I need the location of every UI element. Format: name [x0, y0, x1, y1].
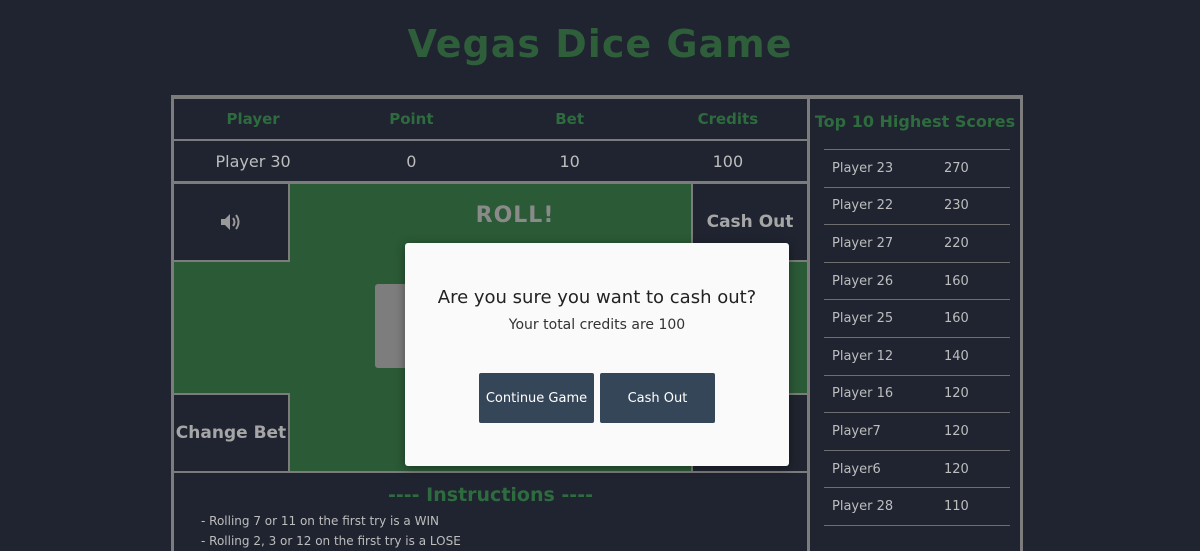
stats-value-bet: 10 — [559, 151, 580, 171]
stats-value-credits: 100 — [712, 151, 744, 171]
score-player: Player 27 — [832, 235, 894, 251]
speaker-icon — [221, 214, 240, 230]
score-row: Player 27 220 — [824, 225, 1010, 263]
stats-value-player: Player 30 — [215, 151, 291, 171]
instruction-line: - Rolling 7 or 11 on the first try is a … — [201, 514, 439, 528]
score-row: Player7 120 — [824, 413, 1010, 451]
page-title: Vegas Dice Game — [407, 22, 793, 66]
score-player: Player 25 — [832, 311, 894, 327]
score-value: 230 — [944, 198, 969, 214]
score-row: Player 22 230 — [824, 188, 1010, 226]
high-scores-list: Player 23 270 Player 22 230 Player 27 220 P… — [824, 149, 1010, 526]
score-row: Player 12 140 — [824, 338, 1010, 376]
stats-value-point: 0 — [406, 151, 417, 171]
dialog-question: Are you sure you want to cash out? — [437, 287, 757, 308]
score-row: Player 16 120 — [824, 376, 1010, 414]
instructions-panel: ---- Instructions ---- - Rolling 7 or 11… — [172, 472, 809, 551]
score-player: Player 28 — [832, 499, 894, 515]
score-row: Player6 120 — [824, 451, 1010, 489]
score-value: 120 — [944, 423, 969, 439]
score-row: Player 23 270 — [824, 150, 1010, 188]
dialog-credits-text: Your total credits are 100 — [508, 317, 686, 333]
score-value: 160 — [944, 311, 969, 327]
score-player: Player7 — [832, 423, 881, 439]
stats-value-row: Player 30 0 10 100 — [174, 141, 807, 181]
score-player: Player6 — [832, 461, 881, 477]
stats-header-row: Player Point Bet Credits — [174, 99, 807, 141]
roll-button[interactable]: ROLL! — [420, 203, 610, 228]
confirm-cash-out-button[interactable]: Cash Out — [600, 373, 715, 423]
score-value: 120 — [944, 386, 969, 402]
score-player: Player 16 — [832, 386, 894, 402]
sound-toggle-button[interactable] — [172, 182, 290, 262]
score-row: Player 25 160 — [824, 300, 1010, 338]
cash-out-confirm-dialog: Are you sure you want to cash out? Your … — [405, 243, 789, 466]
continue-game-button[interactable]: Continue Game — [479, 373, 594, 423]
instruction-line: - Rolling 2, 3 or 12 on the first try is… — [201, 534, 461, 548]
stats-header-player: Player — [226, 110, 280, 128]
stats-header-point: Point — [389, 110, 434, 128]
score-value: 120 — [944, 461, 969, 477]
high-scores-panel: Top 10 Highest Scores Player 23 270 Playe… — [808, 97, 1022, 551]
high-scores-heading: Top 10 Highest Scores — [814, 112, 1016, 131]
score-row: Player 26 160 — [824, 263, 1010, 301]
player-stats-table: Player Point Bet Credits Player 30 0 10 … — [172, 97, 809, 183]
score-value: 110 — [944, 499, 969, 515]
score-player: Player 26 — [832, 273, 894, 289]
score-value: 160 — [944, 273, 969, 289]
change-bet-button[interactable]: Change Bet — [172, 393, 290, 473]
stats-header-credits: Credits — [697, 110, 759, 128]
score-player: Player 22 — [832, 198, 894, 214]
score-player: Player 12 — [832, 348, 894, 364]
score-value: 140 — [944, 348, 969, 364]
score-row: Player 28 110 — [824, 488, 1010, 526]
instructions-heading: ---- Instructions ---- — [388, 484, 593, 506]
stats-header-bet: Bet — [555, 110, 585, 128]
score-value: 270 — [944, 160, 969, 176]
score-player: Player 23 — [832, 160, 894, 176]
score-value: 220 — [944, 235, 969, 251]
